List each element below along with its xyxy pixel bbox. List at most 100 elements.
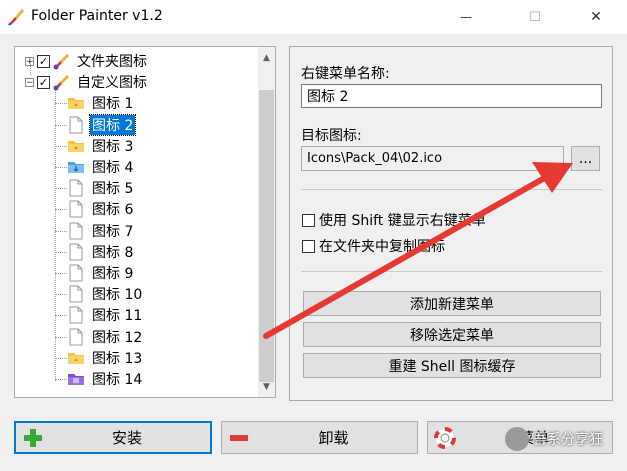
lifebuoy-icon xyxy=(434,426,456,449)
menu-name-input[interactable] xyxy=(301,84,602,108)
browse-button[interactable]: ... xyxy=(571,146,600,171)
brush-icon xyxy=(52,73,70,91)
tree-node[interactable]: 图标 7 xyxy=(55,221,135,241)
watermark-text: 吾系分享狂 xyxy=(533,432,603,448)
collapse-icon[interactable]: − xyxy=(25,77,34,87)
tree-connector xyxy=(55,294,67,296)
blank-file-icon xyxy=(67,179,85,197)
window-title: Folder Painter v1.2 xyxy=(31,8,163,24)
tree-node[interactable]: 图标 12 xyxy=(55,327,144,347)
tree-node[interactable]: 图标 13 xyxy=(55,348,144,368)
rebuild-icon-cache-button[interactable]: 重建 Shell 图标缓存 xyxy=(303,353,601,378)
tree-connector xyxy=(55,124,67,126)
tree-node-label: 图标 9 xyxy=(92,266,134,282)
target-icon-label: 目标图标: xyxy=(301,128,362,144)
tree-node[interactable]: 图标 2 xyxy=(55,113,137,136)
tree-node-label: 图标 6 xyxy=(92,202,134,219)
expand-icon[interactable]: + xyxy=(25,56,34,66)
tree-connector xyxy=(55,230,67,232)
tree-node[interactable]: 图标 14 xyxy=(55,369,144,389)
close-button[interactable]: ✕ xyxy=(573,0,619,34)
wechat-icon xyxy=(505,427,529,451)
tree-node[interactable]: 图标 1 xyxy=(55,93,135,113)
tree-node[interactable]: 图标 11 xyxy=(55,305,144,325)
blank-file-icon xyxy=(67,328,85,346)
tree-node-label: 图标 10 xyxy=(92,287,143,304)
uninstall-button-label: 卸载 xyxy=(318,429,349,447)
tree-node-label: 图标 3 xyxy=(92,138,134,155)
target-icon-path-field[interactable] xyxy=(301,146,564,171)
tree-node-label: 图标 4 xyxy=(92,160,134,176)
yellow-folder-icon xyxy=(67,349,85,367)
yellow-folder-icon xyxy=(67,94,85,112)
tree-node-label: 图标 14 xyxy=(92,372,143,388)
blank-file-icon xyxy=(67,285,85,303)
tree-node-label: 图标 7 xyxy=(92,223,134,240)
tree-node[interactable]: 图标 4 xyxy=(55,157,135,177)
blank-file-icon xyxy=(67,264,85,282)
menu-settings-panel: 右键菜单名称: 目标图标: ... 使用 Shift 键显示右键菜单 在文件夹中… xyxy=(289,46,613,401)
blank-file-icon xyxy=(67,116,85,134)
tree-connector xyxy=(55,357,67,359)
brush-icon xyxy=(52,52,70,70)
tree-connector xyxy=(55,379,67,380)
tree-connector xyxy=(55,336,67,338)
icon-tree[interactable]: ▲ ▼ + ✓ 文件夹图标 − ✓ 自定义图标 图标 1 图标 2 图标 3 图标 4 图标 5 图标… xyxy=(14,46,276,398)
blank-file-icon xyxy=(67,200,85,218)
tree-connector xyxy=(55,315,67,317)
shift-key-label: 使用 Shift 键显示右键菜单 xyxy=(319,213,486,229)
tree-node-label: 图标 5 xyxy=(92,181,134,198)
close-icon: ✕ xyxy=(590,9,602,25)
add-menu-button-label: 添加新建菜单 xyxy=(410,296,494,313)
tree-node[interactable]: 图标 8 xyxy=(55,242,135,262)
tree-node[interactable]: 图标 6 xyxy=(55,199,135,219)
uninstall-button[interactable]: 卸载 xyxy=(221,421,418,454)
tree-connector xyxy=(55,188,67,190)
tree-checkbox[interactable]: ✓ xyxy=(37,75,50,89)
copy-icon-checkbox[interactable] xyxy=(302,239,315,253)
tree-connector xyxy=(55,251,67,253)
scroll-down-icon[interactable]: ▼ xyxy=(258,378,275,395)
tree-node[interactable]: 图标 3 xyxy=(55,136,135,156)
separator xyxy=(301,189,602,190)
tree-node-label: 图标 12 xyxy=(92,329,143,346)
minimize-button[interactable]: — xyxy=(443,0,489,34)
tree-connector xyxy=(55,103,67,105)
add-menu-button[interactable]: 添加新建菜单 xyxy=(303,291,601,316)
tree-node[interactable]: 图标 10 xyxy=(55,284,144,304)
tree-node[interactable]: 图标 5 xyxy=(55,178,135,198)
watermark: 吾系分享狂 xyxy=(505,427,603,451)
maximize-button[interactable]: ☐ xyxy=(512,0,558,34)
title-bar: Folder Painter v1.2 — ☐ ✕ xyxy=(0,0,627,34)
shift-key-checkbox[interactable] xyxy=(302,213,315,227)
copy-icon-option[interactable]: 在文件夹中复制图标 xyxy=(302,236,445,256)
minimize-icon: — xyxy=(460,10,472,24)
app-brush-icon xyxy=(8,9,24,26)
tree-node[interactable]: 图标 9 xyxy=(55,263,135,283)
tree-node[interactable]: + ✓ 文件夹图标 xyxy=(25,51,149,71)
tree-node[interactable]: − ✓ 自定义图标 xyxy=(25,72,149,92)
blank-file-icon xyxy=(67,306,85,324)
tree-node-label: 图标 11 xyxy=(92,308,143,325)
scroll-up-icon[interactable]: ▲ xyxy=(258,49,275,66)
install-button-label: 安装 xyxy=(111,429,142,447)
tree-scrollbar[interactable]: ▲ ▼ xyxy=(258,47,275,397)
shift-key-option[interactable]: 使用 Shift 键显示右键菜单 xyxy=(302,210,486,230)
copy-icon-label: 在文件夹中复制图标 xyxy=(319,239,445,255)
tree-node-label: 自定义图标 xyxy=(77,75,147,92)
menu-name-label: 右键菜单名称: xyxy=(301,66,390,82)
install-button[interactable]: 安装 xyxy=(14,421,212,454)
scroll-thumb[interactable] xyxy=(259,90,274,382)
tree-connector xyxy=(55,209,67,211)
tree-node-label: 文件夹图标 xyxy=(77,54,147,70)
tree-connector xyxy=(55,145,67,147)
tree-connector xyxy=(55,167,67,168)
tree-node-label: 图标 2 xyxy=(88,113,137,136)
maximize-icon: ☐ xyxy=(529,9,541,25)
tree-node-label: 图标 13 xyxy=(92,350,143,367)
remove-menu-button[interactable]: 移除选定菜单 xyxy=(303,322,601,347)
separator xyxy=(301,271,602,272)
remove-menu-button-label: 移除选定菜单 xyxy=(410,327,494,344)
tree-checkbox[interactable]: ✓ xyxy=(37,54,50,68)
blank-file-icon xyxy=(67,222,85,240)
